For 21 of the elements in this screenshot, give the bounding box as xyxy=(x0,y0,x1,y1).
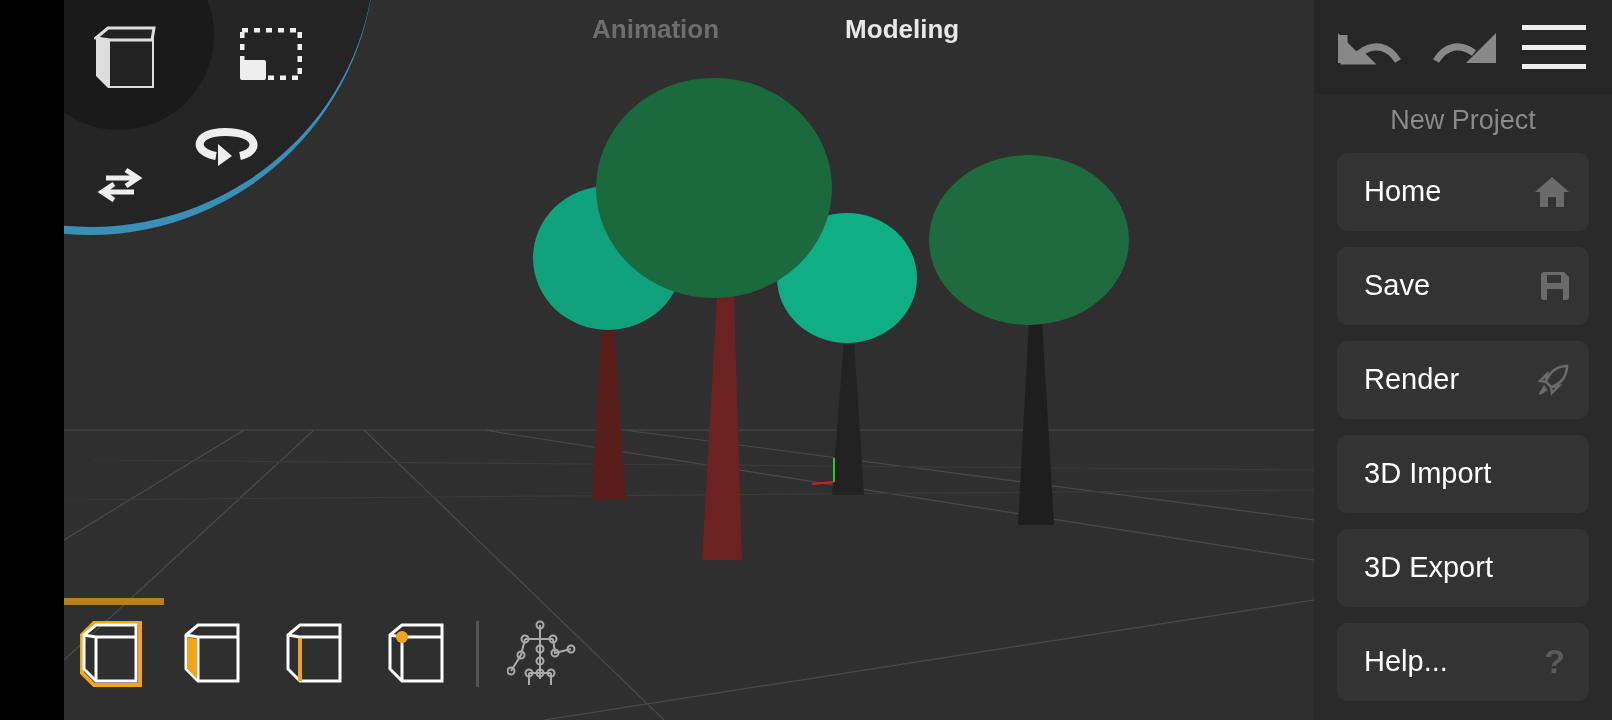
menu-button[interactable]: Home xyxy=(1337,152,1589,231)
menu-button[interactable]: Render xyxy=(1337,340,1589,419)
menu-label: 3D Import xyxy=(1364,455,1492,491)
menu-label: Render xyxy=(1364,361,1460,397)
menu-label: Save xyxy=(1364,267,1431,303)
selection-box-icon[interactable] xyxy=(240,28,302,80)
menu-button[interactable]: 3D Import xyxy=(1337,434,1589,513)
axis-gizmo-icon xyxy=(811,457,835,485)
menu-icon[interactable] xyxy=(1522,25,1586,69)
mode-tab[interactable]: Modeling xyxy=(837,10,968,49)
help-icon: ? xyxy=(1544,636,1569,687)
menu-label: Help... xyxy=(1364,643,1448,679)
menu-button[interactable]: Save xyxy=(1337,246,1589,325)
rocket-icon xyxy=(1537,363,1569,396)
menu-label: 3D Export xyxy=(1364,549,1493,585)
object-mode-cube-icon[interactable] xyxy=(78,621,144,687)
project-title: New Project xyxy=(1389,104,1537,137)
menu-button[interactable]: Help... ? xyxy=(1337,622,1589,701)
menu-button[interactable]: 3D Export xyxy=(1337,528,1589,607)
menu-label: Home xyxy=(1364,173,1442,209)
home-icon xyxy=(1535,176,1569,207)
